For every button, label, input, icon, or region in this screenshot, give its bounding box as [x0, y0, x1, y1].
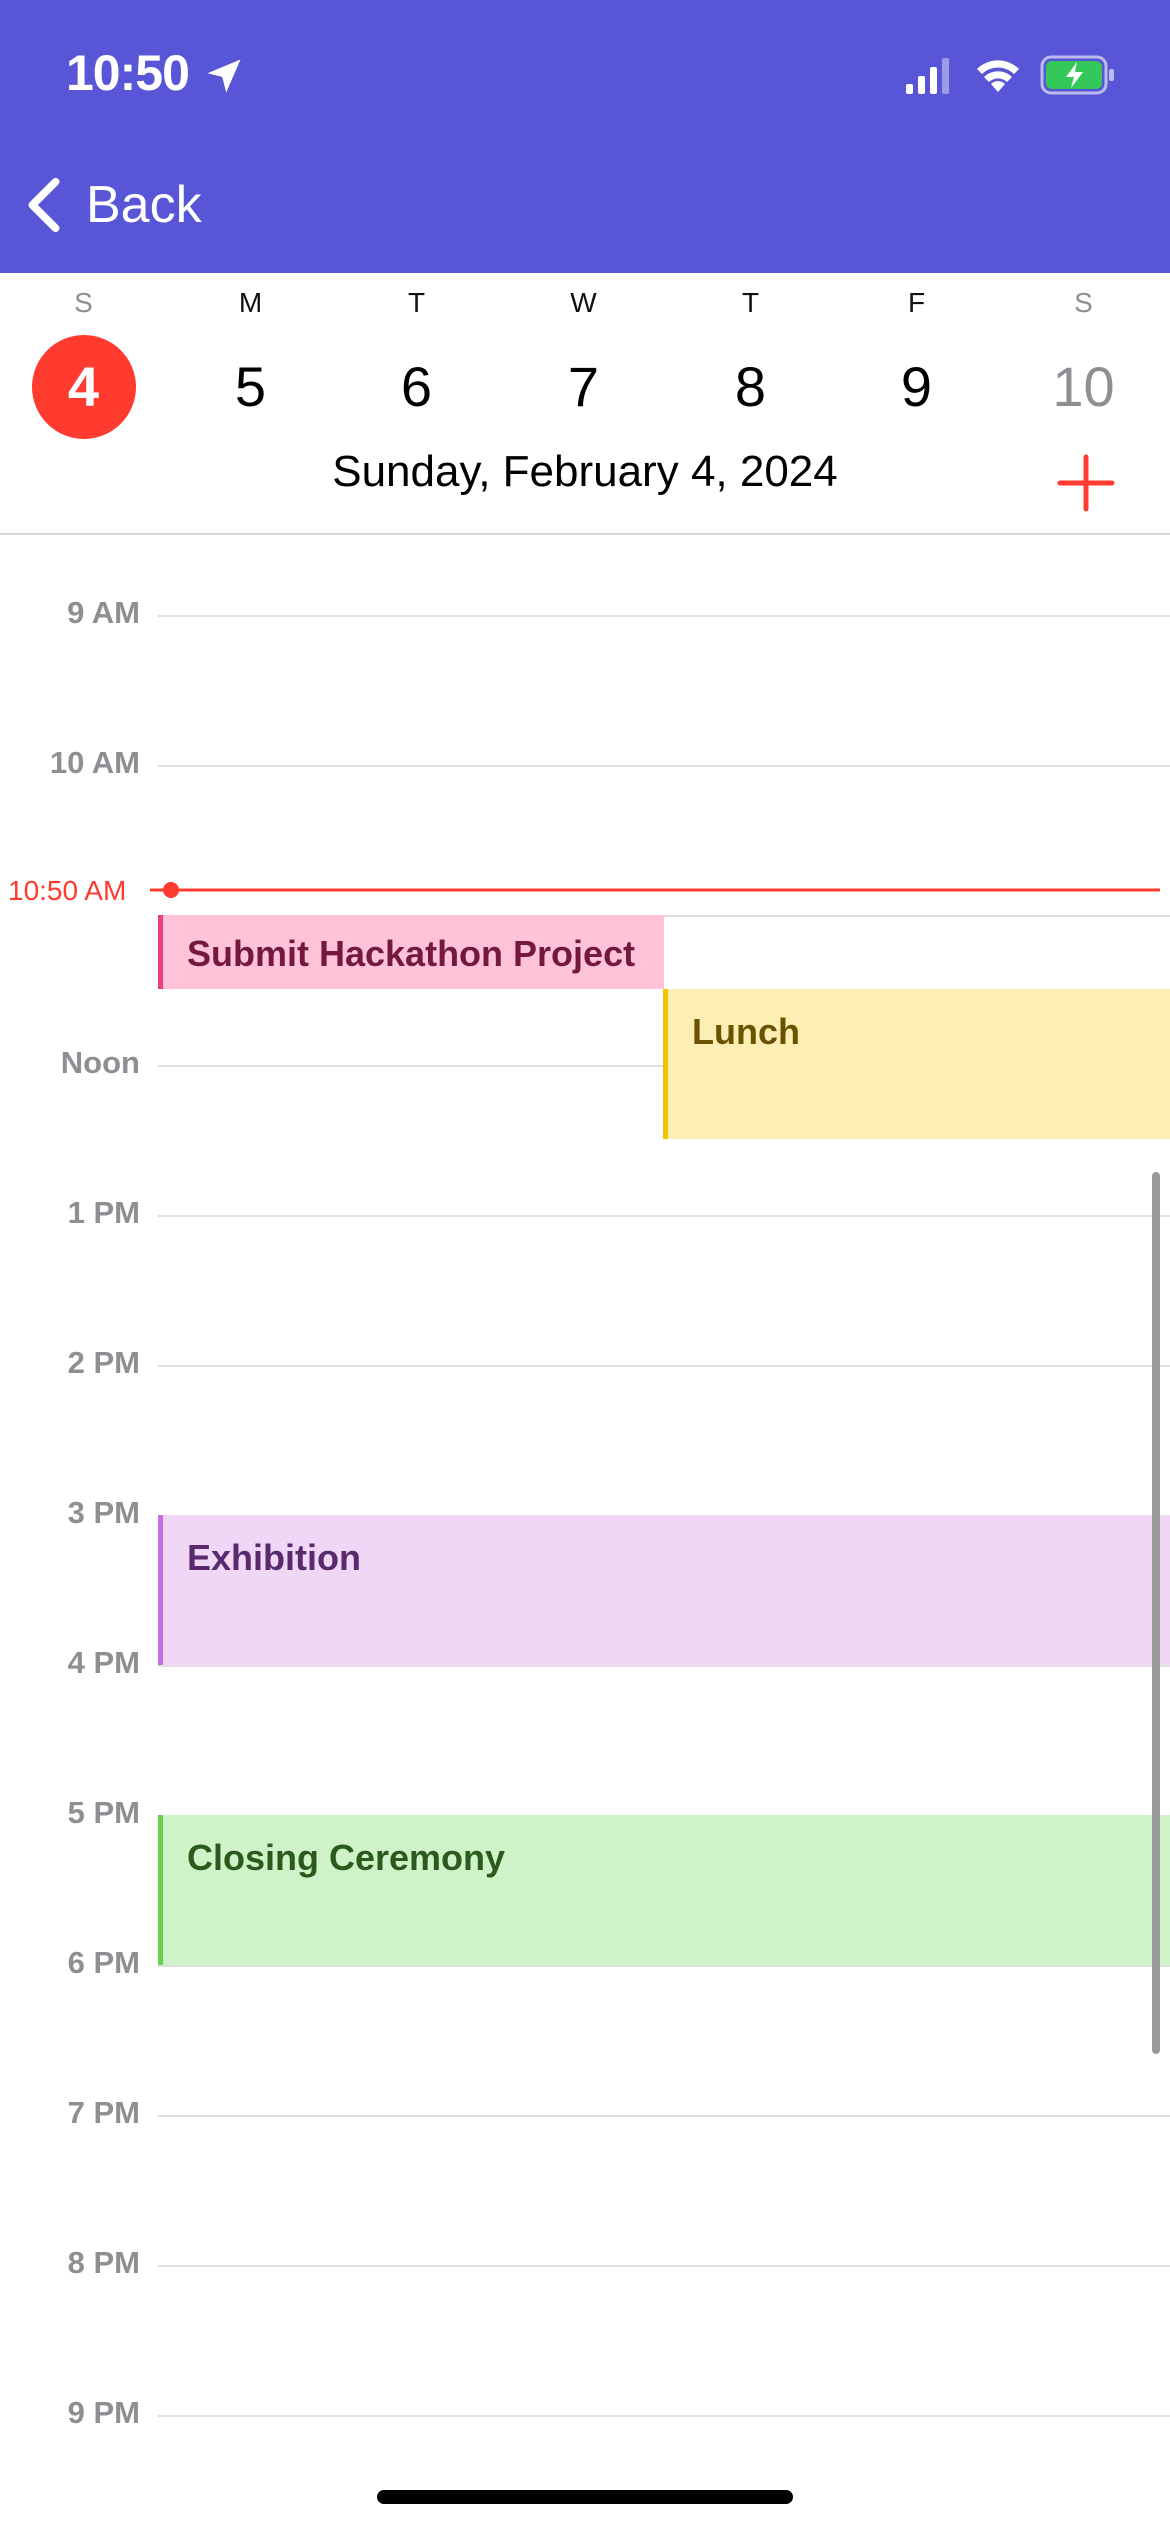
hour-label-8pm: 8 PM [67, 2245, 140, 2280]
day-number: 8 [734, 355, 767, 418]
day-number: 7 [567, 355, 600, 418]
day-letter: S [1074, 287, 1093, 318]
hour-label-6pm: 6 PM [67, 1945, 140, 1980]
hour-gridline [158, 2415, 1170, 2417]
hour-label-noon: Noon [60, 1045, 140, 1080]
day-letter: T [407, 287, 426, 318]
day-number: 5 [234, 355, 267, 418]
hour-label-2pm: 2 PM [67, 1345, 140, 1380]
selected-date-title: Sunday, February 4, 2024 [332, 447, 838, 496]
location-arrow-icon [207, 59, 241, 93]
day-letter: S [74, 287, 93, 318]
back-label: Back [86, 176, 202, 234]
hour-label-1pm: 1 PM [67, 1195, 140, 1230]
day-letter: M [238, 287, 263, 318]
hour-label-7pm: 7 PM [67, 2095, 140, 2130]
day-number: 4 [31, 335, 136, 439]
hour-gridline [158, 615, 1170, 617]
day-saturday-10[interactable]: S 10 [1000, 273, 1167, 453]
current-time-dot [163, 882, 179, 898]
hour-label-9am: 9 AM [67, 595, 140, 630]
day-tuesday-6[interactable]: T 6 [333, 273, 500, 453]
event-submit-hackathon-project[interactable]: Submit Hackathon Project [158, 915, 664, 989]
hour-label-4pm: 4 PM [67, 1645, 140, 1680]
event-title: Submit Hackathon Project [187, 933, 636, 974]
event-title: Closing Ceremony [187, 1837, 506, 1878]
scrollbar[interactable] [1152, 1172, 1160, 2054]
hour-gridline [158, 2265, 1170, 2267]
hour-gridline [158, 1665, 1170, 1667]
event-exhibition[interactable]: Exhibition [158, 1515, 1170, 1665]
day-monday-5[interactable]: M 5 [167, 273, 334, 453]
day-sunday-4[interactable]: S 4 [0, 273, 167, 453]
week-strip: S 4 M 5 T 6 W 7 T 8 F 9 S 10 Sunday, Feb… [0, 273, 1170, 535]
hour-label-3pm: 3 PM [67, 1495, 140, 1530]
hour-gridline [158, 1365, 1170, 1367]
hour-gridline [158, 2115, 1170, 2117]
hour-gridline [158, 1965, 1170, 1967]
event-closing-ceremony[interactable]: Closing Ceremony [158, 1815, 1170, 1965]
hour-label-10am: 10 AM [49, 745, 140, 780]
event-title: Exhibition [187, 1537, 361, 1578]
day-letter: T [741, 287, 760, 318]
add-event-button[interactable] [1056, 453, 1116, 513]
navigation-header: 10:50 Back [0, 0, 1170, 273]
hour-label-5pm: 5 PM [67, 1795, 140, 1830]
hour-label-9pm: 9 PM [67, 2395, 140, 2430]
signal-icon [906, 58, 949, 94]
event-title: Lunch [692, 1011, 800, 1052]
back-button[interactable]: Back [24, 170, 202, 240]
day-wednesday-7[interactable]: W 7 [500, 273, 667, 453]
hour-gridline [158, 765, 1170, 767]
day-letter: F [907, 287, 926, 318]
home-indicator[interactable] [377, 2490, 793, 2504]
day-timeline[interactable]: 9 AM 10 AM Noon 1 PM 2 PM 3 PM 4 PM 5 PM… [0, 537, 1170, 2532]
day-number: 10 [1052, 355, 1115, 418]
event-lunch[interactable]: Lunch [663, 989, 1170, 1139]
day-number: 6 [400, 355, 433, 418]
day-friday-9[interactable]: F 9 [833, 273, 1000, 453]
day-number: 9 [900, 355, 933, 418]
current-time-line [150, 888, 1160, 892]
day-thursday-8[interactable]: T 8 [667, 273, 834, 453]
day-letter: W [570, 287, 597, 318]
current-time-label: 10:50 AM [8, 875, 127, 906]
chevron-left-icon [28, 177, 60, 233]
battery-charging-icon [1040, 55, 1114, 95]
status-time: 10:50 [66, 45, 190, 101]
hour-gridline [158, 1215, 1170, 1217]
wifi-icon [977, 60, 1019, 92]
